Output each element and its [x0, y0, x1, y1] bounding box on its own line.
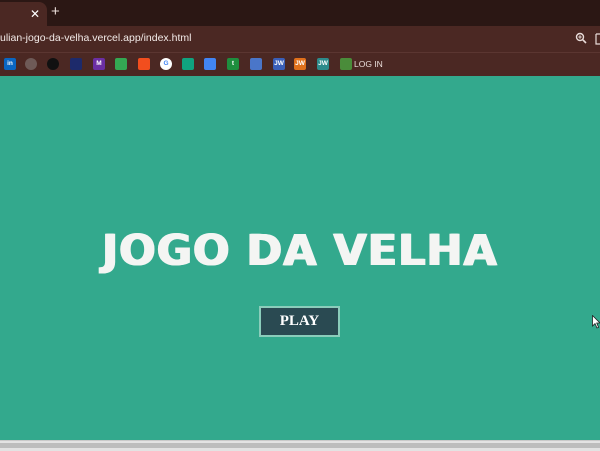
jw-teal-icon[interactable]: JW: [317, 58, 329, 70]
url-text[interactable]: ulian-jogo-da-velha.vercel.app/index.htm…: [0, 32, 191, 44]
tab-close-icon[interactable]: ✕: [30, 6, 40, 22]
zoom-icon[interactable]: [575, 32, 587, 44]
bookmarks-bar: in M Gt JW JW JW LOG IN: [0, 52, 600, 76]
brand-icon[interactable]: [70, 58, 82, 70]
login-icon[interactable]: [340, 58, 352, 70]
square-icon[interactable]: [250, 58, 262, 70]
new-tab-icon[interactable]: +: [51, 4, 60, 20]
page-title: JOGO DA VELHA: [102, 226, 498, 276]
tab-strip: ✕ +: [0, 0, 600, 26]
sheets-t-icon[interactable]: t: [227, 58, 239, 70]
scrollbar-thumb[interactable]: [0, 443, 600, 448]
share-icon[interactable]: [595, 32, 600, 46]
bookmark-login-label[interactable]: LOG IN: [354, 59, 383, 69]
m-icon[interactable]: M: [93, 58, 105, 70]
docs-icon[interactable]: [204, 58, 216, 70]
browser-tab[interactable]: ✕: [0, 2, 47, 26]
jw-blue-icon[interactable]: JW: [273, 58, 285, 70]
google-icon[interactable]: G: [160, 58, 172, 70]
page-content: JOGO DA VELHA PLAY: [0, 76, 600, 440]
jw-orange-icon[interactable]: JW: [294, 58, 306, 70]
play-store-icon[interactable]: [115, 58, 127, 70]
mouse-cursor-icon: [592, 315, 600, 329]
address-bar[interactable]: ulian-jogo-da-velha.vercel.app/index.htm…: [0, 26, 600, 52]
figma-icon[interactable]: [138, 58, 150, 70]
horizontal-scrollbar[interactable]: [0, 440, 600, 451]
play-button[interactable]: PLAY: [259, 306, 340, 337]
linkedin-icon[interactable]: in: [4, 58, 16, 70]
github-icon[interactable]: [25, 58, 37, 70]
vercel-icon[interactable]: [47, 58, 59, 70]
chatgpt-icon[interactable]: [182, 58, 194, 70]
